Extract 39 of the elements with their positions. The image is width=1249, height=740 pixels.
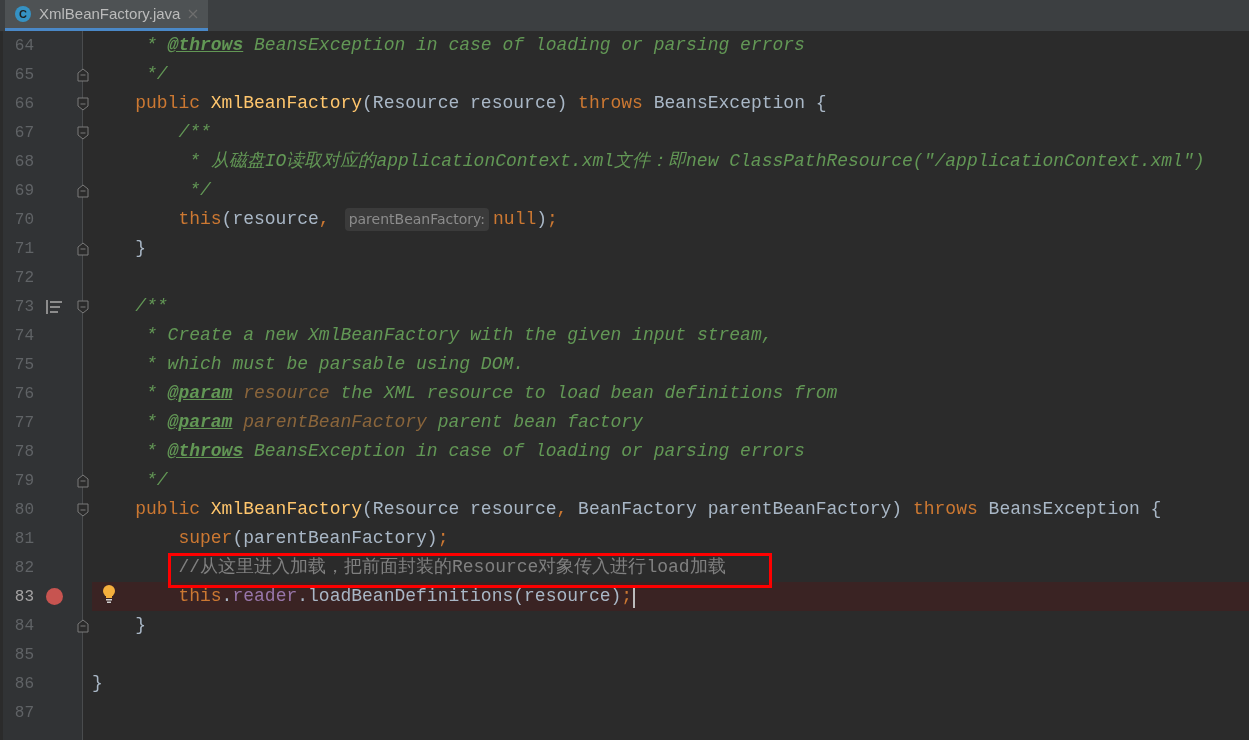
code-text: public XmlBeanFactory(Resource resource, BeanFactory parentBeanFactory) throws BeansException { (135, 498, 1162, 521)
code-text: * @throws BeansException in case of loading or parsing errors (146, 34, 805, 57)
code-text: this.reader.loadBeanDefinitions(resource); (178, 585, 633, 608)
code-text: * @param resource the XML resource to load bean definitions from (146, 382, 838, 405)
code-text: this(resource, (178, 208, 330, 231)
code-text: * Create a new XmlBeanFactory with the given input stream, (146, 324, 773, 347)
inlay-hint: parentBeanFactory: (344, 208, 490, 231)
render-doc-icon[interactable] (46, 299, 62, 314)
editor-tab[interactable]: C XmlBeanFactory.java (5, 0, 209, 31)
lightbulb-icon[interactable] (102, 585, 116, 603)
fold-icon[interactable] (77, 241, 89, 256)
code-comment: //从这里进入加载，把前面封装的Resource对象传入进行load加载 (178, 556, 726, 579)
fold-icon[interactable] (77, 183, 89, 198)
line-number: 83 (13, 586, 34, 607)
fold-icon[interactable] (77, 618, 89, 633)
code-text: */ (146, 469, 168, 492)
class-file-icon: C (15, 6, 31, 22)
code-text: * @throws BeansException in case of loading or parsing errors (146, 440, 805, 463)
code-text: super(parentBeanFactory); (178, 527, 449, 550)
code-text: * 从磁盘IO读取对应的applicationContext.xml文件：即new ClassPathResource("/applicationContext.xml") (189, 150, 1205, 173)
code-text: public XmlBeanFactory(Resource resource) throws BeansException { (135, 92, 827, 115)
code-text: } (135, 614, 146, 637)
fold-icon[interactable] (77, 473, 89, 488)
code-text: */ (189, 179, 211, 202)
code-text: } (135, 237, 146, 260)
code-text: /** (135, 295, 168, 318)
fold-icon[interactable] (77, 67, 89, 82)
close-icon[interactable] (188, 9, 199, 19)
code-text: * @param parentBeanFactory parent bean factory (146, 411, 643, 434)
fold-icon[interactable] (77, 96, 89, 111)
fold-icon[interactable] (77, 502, 89, 517)
fold-icon[interactable] (77, 299, 89, 314)
code-text: */ (146, 63, 168, 86)
code-text: * which must be parsable using DOM. (146, 353, 525, 376)
fold-icon[interactable] (77, 125, 89, 140)
code-text: null); (493, 208, 558, 231)
code-text: } (92, 672, 103, 695)
code-text: /** (178, 121, 211, 144)
tab-title: XmlBeanFactory.java (39, 3, 181, 24)
